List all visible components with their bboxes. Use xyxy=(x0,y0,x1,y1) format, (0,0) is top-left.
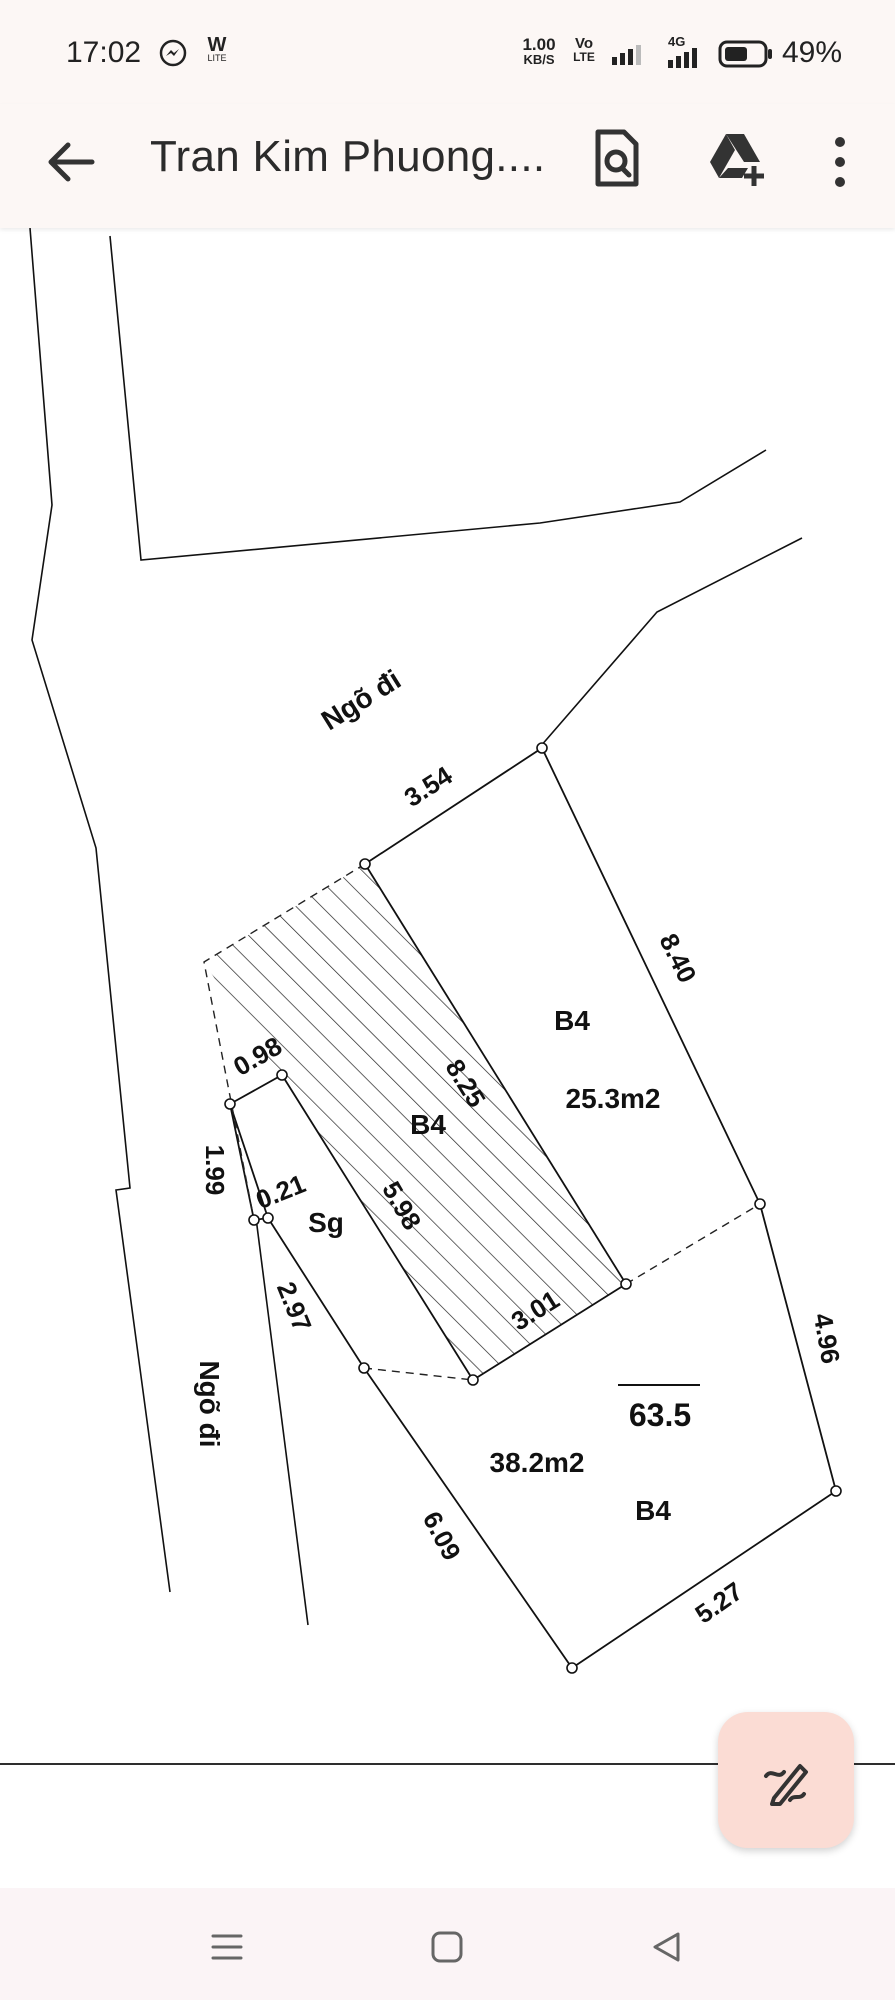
road-boundary-left-inner xyxy=(109,235,767,561)
battery-percent: 49% xyxy=(782,36,843,69)
vertex-5 xyxy=(248,1214,260,1226)
status-bar: 17:02 W LITE 1.00 KB/S Vo LTE 4G 49% xyxy=(0,0,895,104)
edit-fab-button[interactable] xyxy=(718,1712,854,1848)
road-boundary-left-outer xyxy=(29,228,171,1593)
app-bar: Tran Kim Phuong.... xyxy=(0,104,895,228)
volte-bottom: LTE xyxy=(573,50,595,64)
dim-3-54: 3.54 xyxy=(399,760,458,813)
vertex-9 xyxy=(620,1278,632,1290)
w-lite-top: W xyxy=(207,34,227,56)
back-arrow-icon[interactable] xyxy=(42,134,98,190)
search-document-icon[interactable] xyxy=(592,128,642,190)
vertex-3 xyxy=(276,1069,288,1081)
vertex-11 xyxy=(830,1485,842,1497)
document-title: Tran Kim Phuong.... xyxy=(150,132,546,181)
vertex-8 xyxy=(467,1374,479,1386)
volte-icon: Vo LTE xyxy=(568,36,600,64)
dashed-split-line-2 xyxy=(625,1203,761,1285)
add-to-drive-icon[interactable] xyxy=(706,130,766,186)
dim-8-40: 8.40 xyxy=(654,929,703,988)
dim-6-09: 6.09 xyxy=(417,1506,467,1565)
messenger-icon xyxy=(158,38,188,68)
network-speed: 1.00 KB/S xyxy=(518,36,560,67)
zone-b4-top: B4 xyxy=(554,1005,590,1036)
vertex-6 xyxy=(262,1212,274,1224)
road-label-top: Ngõ đi xyxy=(316,664,406,736)
vertex-10 xyxy=(754,1198,766,1210)
w-lite-icon: W LITE xyxy=(204,34,230,63)
zone-b4-bottom: B4 xyxy=(635,1495,671,1526)
w-lite-bottom: LITE xyxy=(207,53,227,63)
network-type: 4G xyxy=(668,34,686,49)
parcel-number: 63.5 xyxy=(629,1397,691,1433)
signal-4g-icon xyxy=(666,48,708,73)
road-boundary-right xyxy=(539,537,803,748)
more-vert-icon[interactable] xyxy=(828,134,852,190)
vertex-4 xyxy=(224,1098,236,1110)
status-time: 17:02 xyxy=(66,36,142,69)
area-top: 25.3m2 xyxy=(566,1083,661,1114)
vertex-12 xyxy=(566,1662,578,1674)
volte-top: Vo xyxy=(574,35,594,52)
zone-sg: Sg xyxy=(308,1207,344,1238)
battery-icon xyxy=(718,40,774,73)
edit-pencil-icon xyxy=(760,1754,812,1806)
recents-icon[interactable] xyxy=(202,1922,252,1972)
area-bottom: 38.2m2 xyxy=(490,1447,585,1478)
road-label-left: Ngõ đi xyxy=(194,1360,225,1447)
vertex-2 xyxy=(359,858,371,870)
cadastral-plan: Ngõ đi Ngõ đi 3.54 8.40 0.98 8.25 1.99 0… xyxy=(0,228,895,1765)
back-icon[interactable] xyxy=(642,1922,692,1972)
vertex-1 xyxy=(536,742,548,754)
speed-unit: KB/S xyxy=(523,52,555,67)
vertex-7 xyxy=(358,1362,370,1374)
home-icon[interactable] xyxy=(422,1922,472,1972)
speed-value: 1.00 xyxy=(522,35,556,54)
dim-4-96: 4.96 xyxy=(808,1311,846,1366)
signal-icon xyxy=(610,44,642,71)
dim-1-99: 1.99 xyxy=(200,1145,230,1196)
zone-b4-hatched: B4 xyxy=(410,1109,446,1140)
